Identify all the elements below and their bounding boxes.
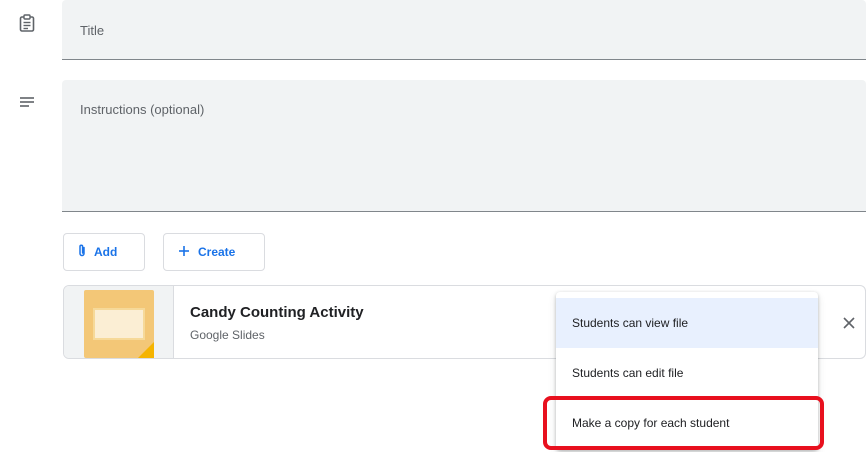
create-button[interactable]: Create (163, 233, 265, 271)
slides-file-icon (84, 290, 154, 358)
instructions-field[interactable]: Instructions (optional) (62, 80, 866, 212)
paperclip-icon (78, 244, 86, 260)
assignment-editor: Title Instructions (optional) Add Create (0, 0, 866, 452)
assignment-icon (16, 12, 38, 34)
notes-icon (16, 91, 38, 113)
attachment-type: Google Slides (190, 328, 265, 342)
attachment-thumbnail[interactable] (64, 286, 174, 358)
title-field[interactable]: Title (62, 0, 866, 60)
title-placeholder: Title (80, 23, 105, 38)
menu-item-view[interactable]: Students can view file (556, 298, 818, 348)
highlight-box (543, 396, 824, 450)
menu-item-edit[interactable]: Students can edit file (556, 348, 818, 398)
attachment-title[interactable]: Candy Counting Activity (190, 304, 364, 321)
plus-icon (178, 245, 190, 260)
add-button-label: Add (94, 245, 118, 259)
close-icon[interactable] (834, 308, 864, 338)
create-button-label: Create (198, 245, 236, 259)
instructions-placeholder: Instructions (optional) (80, 102, 205, 117)
add-button[interactable]: Add (63, 233, 145, 271)
